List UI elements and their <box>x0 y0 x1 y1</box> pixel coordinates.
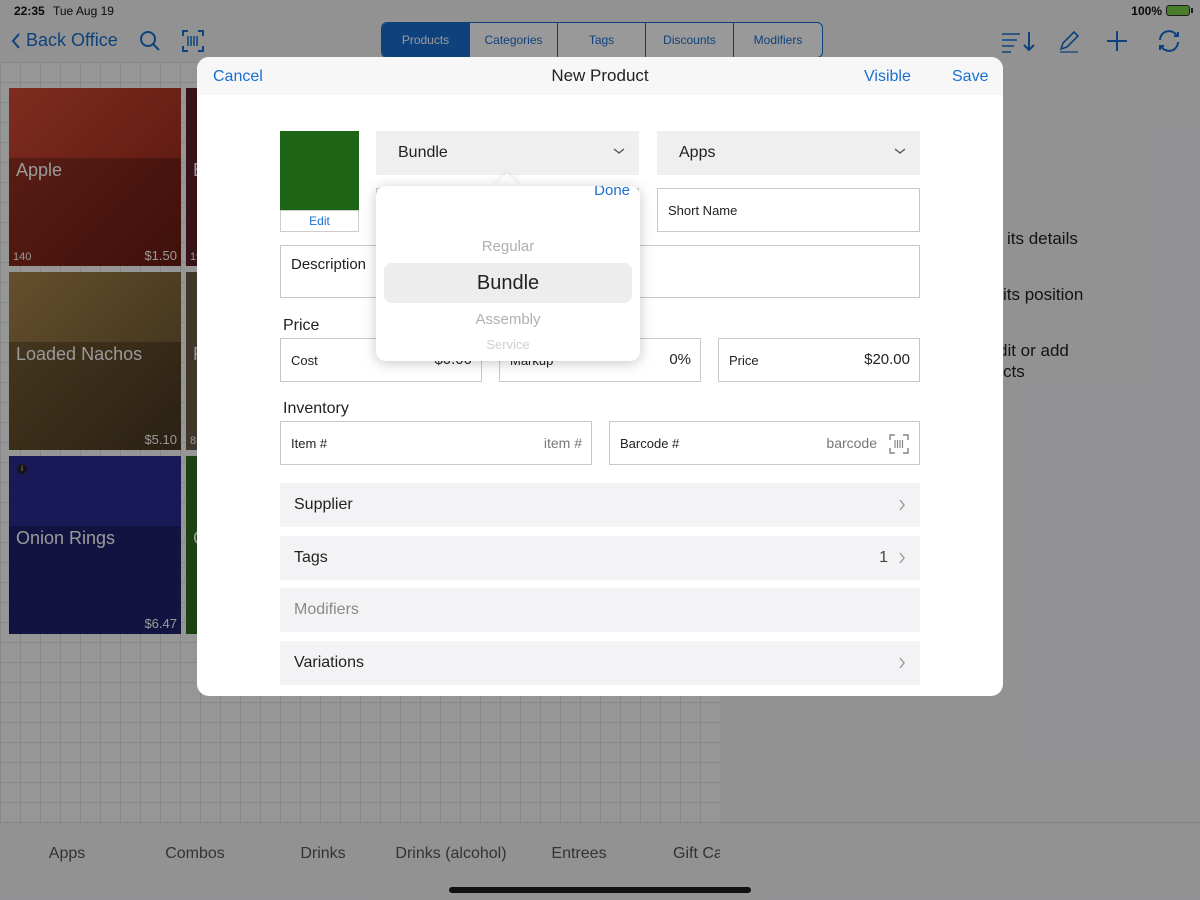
price-label: Price <box>729 353 759 368</box>
modifiers-row[interactable]: Modifiers <box>280 588 920 632</box>
chevron-right-icon <box>899 552 905 564</box>
picker-done-button[interactable]: Done <box>594 186 630 199</box>
chevron-down-icon <box>894 148 906 154</box>
picker-option-bundle[interactable]: Bundle <box>376 272 640 295</box>
modifiers-label: Modifiers <box>294 601 359 618</box>
picker-option-service[interactable]: Service <box>376 337 640 352</box>
tags-label: Tags <box>294 549 328 566</box>
home-indicator <box>449 887 751 893</box>
price-field[interactable]: Price $20.00 <box>718 338 920 382</box>
new-product-modal: Cancel New Product Visible Save Edit Bun… <box>197 57 1003 696</box>
color-swatch[interactable] <box>280 131 359 210</box>
swatch-edit-button[interactable]: Edit <box>280 210 359 232</box>
visible-button[interactable]: Visible <box>864 68 911 86</box>
product-type-select[interactable]: Bundle <box>376 131 639 175</box>
chevron-right-icon <box>899 499 905 511</box>
chevron-down-icon <box>613 148 625 154</box>
barcode-field[interactable]: Barcode # barcode <box>609 421 920 465</box>
supplier-label: Supplier <box>294 496 353 513</box>
barcode-label: Barcode # <box>620 436 680 451</box>
short-name-label: Short Name <box>668 203 738 218</box>
tags-row[interactable]: Tags 1 <box>280 536 920 580</box>
cost-label: Cost <box>291 353 318 368</box>
description-label: Description <box>291 256 367 273</box>
item-number-placeholder: item # <box>543 435 582 451</box>
item-number-field[interactable]: Item # item # <box>280 421 592 465</box>
price-value: $20.00 <box>864 351 910 368</box>
inventory-section-title: Inventory <box>283 400 349 417</box>
category-select[interactable]: Apps <box>657 131 920 175</box>
tags-count: 1 <box>879 549 888 566</box>
barcode-scan-icon[interactable] <box>888 433 910 455</box>
supplier-row[interactable]: Supplier <box>280 483 920 527</box>
product-type-value: Bundle <box>398 144 448 161</box>
picker-option-assembly[interactable]: Assembly <box>376 311 640 328</box>
product-type-picker: Done Regular Bundle Assembly Service <box>376 186 640 361</box>
category-value: Apps <box>679 144 716 161</box>
barcode-placeholder: barcode <box>826 435 877 451</box>
price-section-title: Price <box>283 317 320 334</box>
variations-row[interactable]: Variations <box>280 641 920 685</box>
variations-label: Variations <box>294 654 364 671</box>
markup-value: 0% <box>669 351 691 368</box>
modal-header: Cancel New Product Visible Save <box>197 57 1003 95</box>
save-button[interactable]: Save <box>952 68 988 86</box>
item-number-label: Item # <box>291 436 328 451</box>
chevron-right-icon <box>899 657 905 669</box>
short-name-field[interactable]: Short Name <box>657 188 920 232</box>
picker-option-regular[interactable]: Regular <box>376 238 640 255</box>
